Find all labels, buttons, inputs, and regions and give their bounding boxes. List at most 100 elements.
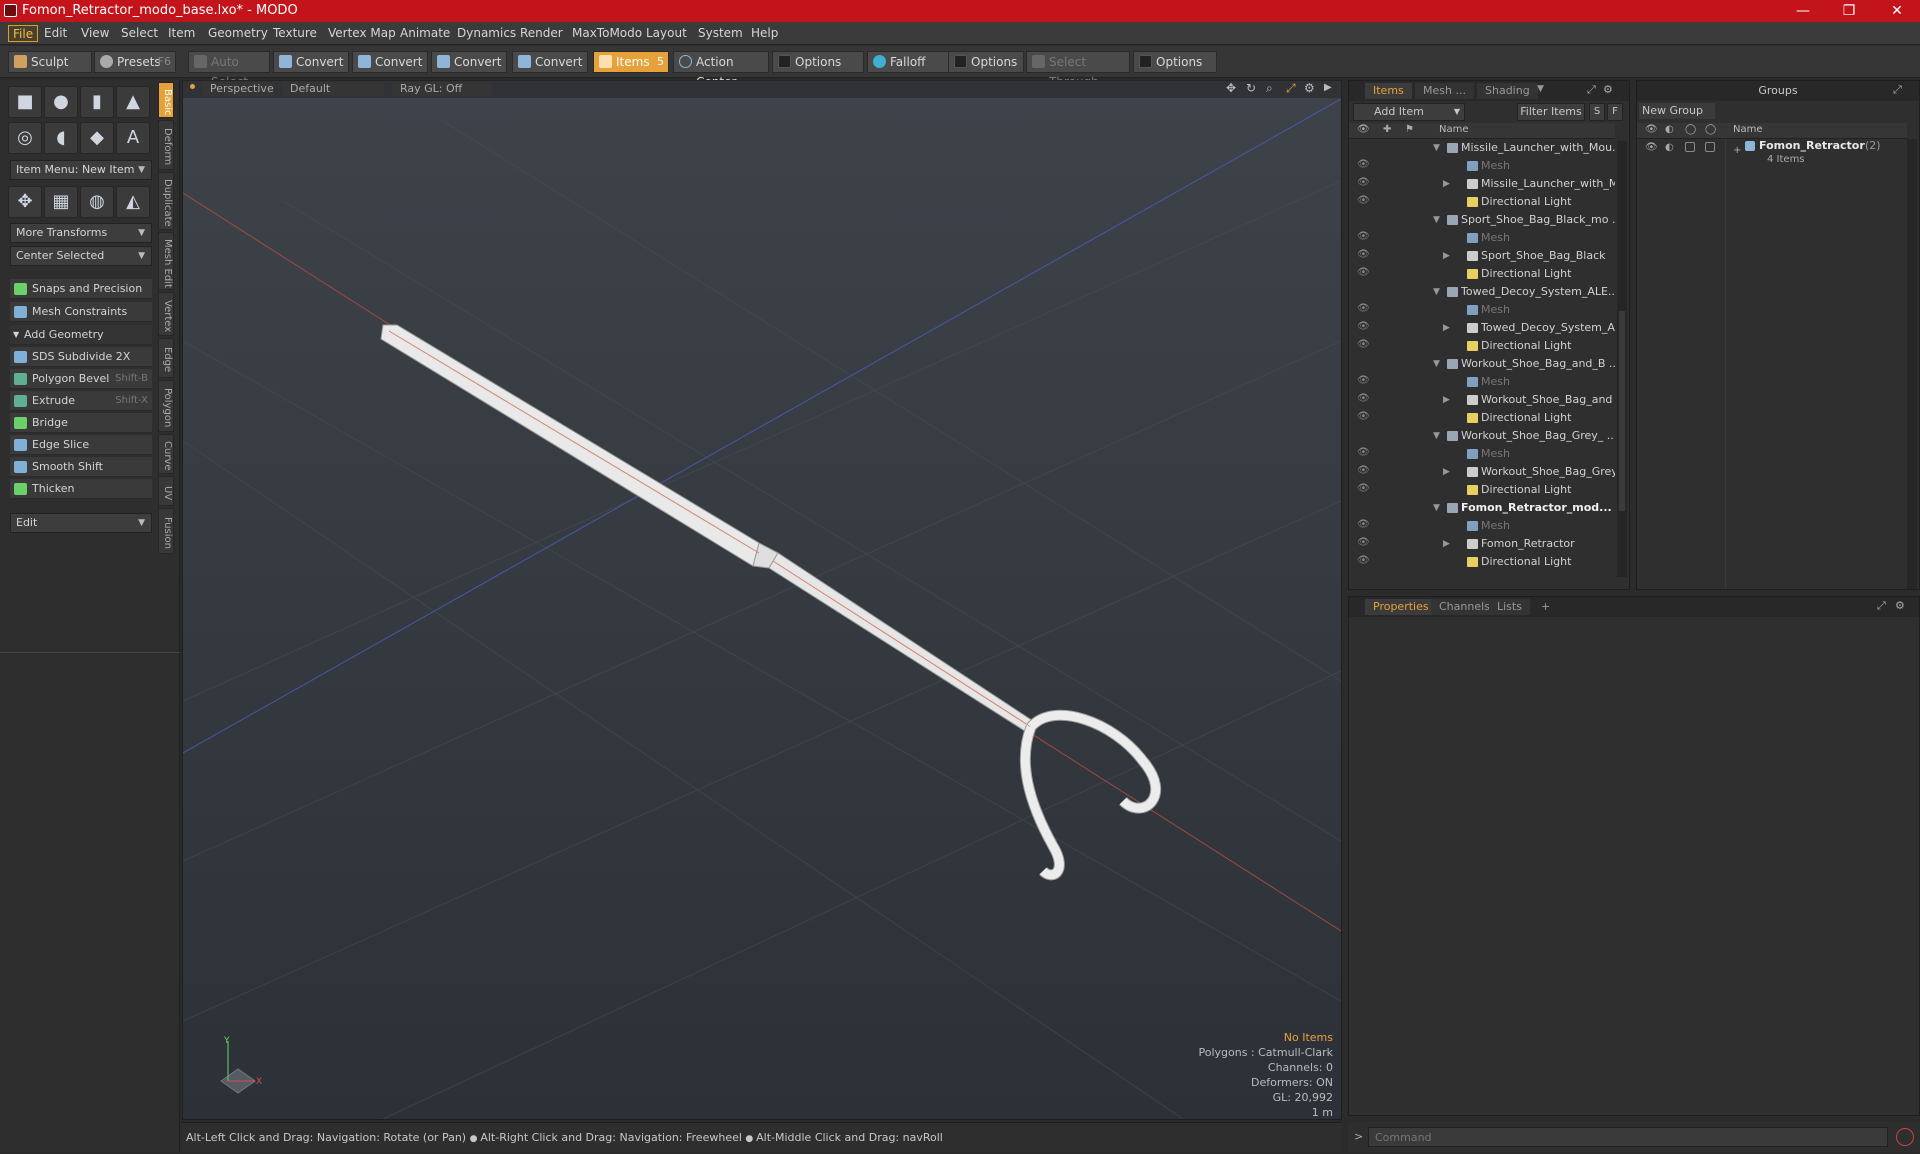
eye-icon[interactable]: 👁: [1357, 376, 1370, 386]
vtab-polygon[interactable]: Polygon: [158, 380, 174, 432]
tree-row-group[interactable]: 👁 ▶ Towed_Decoy_System_A...: [1349, 319, 1615, 337]
select-through-button[interactable]: Select Through: [1026, 51, 1130, 89]
expand-arrow-icon[interactable]: ▶: [1443, 247, 1450, 265]
convert-button-4[interactable]: Convert: [512, 51, 588, 73]
options-button-1[interactable]: Options: [772, 51, 864, 73]
vtab-mesh-edit[interactable]: Mesh Edit: [158, 232, 174, 290]
add-tab-button[interactable]: +: [1533, 599, 1558, 615]
tree-row-group[interactable]: 👁 ▶ Missile_Launcher_with_M...: [1349, 175, 1615, 193]
new-group-button[interactable]: New Group: [1639, 103, 1715, 119]
rotate-icon[interactable]: ↻: [1246, 81, 1256, 95]
minimize-button[interactable]: —: [1780, 0, 1826, 22]
convert-button-1[interactable]: Convert: [273, 51, 349, 73]
tree-row-group[interactable]: 👁 ▶ Fomon_Retractor: [1349, 535, 1615, 553]
options-button-2[interactable]: Options: [948, 51, 1024, 73]
eye-icon[interactable]: 👁: [1357, 322, 1370, 332]
expand-panel-icon[interactable]: ⤢: [1877, 599, 1886, 613]
grid-icon[interactable]: ▦: [44, 186, 78, 218]
expand-arrow-icon[interactable]: ▶: [1443, 535, 1450, 553]
name-column-header[interactable]: Name: [1733, 124, 1763, 135]
tree-row-group[interactable]: 👁 ▶ Sport_Shoe_Bag_Black: [1349, 247, 1615, 265]
tree-row-scene[interactable]: ▼ Workout_Shoe_Bag_Grey_ ...: [1349, 427, 1615, 445]
capsule-icon[interactable]: ◖: [44, 122, 78, 154]
gear-icon[interactable]: ⚙: [1304, 81, 1315, 95]
convert-button-2[interactable]: Convert: [352, 51, 428, 73]
tab-mesh[interactable]: Mesh ...: [1415, 83, 1474, 99]
visibility-column-icon[interactable]: 👁: [1645, 124, 1658, 135]
eye-icon[interactable]: 👁: [1357, 304, 1370, 314]
eye-icon[interactable]: 👁: [1357, 466, 1370, 476]
menu-render[interactable]: Render: [516, 25, 567, 42]
tree-row-mesh[interactable]: 👁 Mesh: [1349, 373, 1615, 391]
menu-texture[interactable]: Texture: [269, 25, 321, 42]
menu-geometry[interactable]: Geometry: [204, 25, 272, 42]
select-column-icon[interactable]: ◯: [1705, 124, 1716, 135]
render-column-icon[interactable]: ◐: [1665, 124, 1674, 135]
eye-icon[interactable]: 👁: [1357, 538, 1370, 548]
tool-extrude[interactable]: Extrude Shift-X: [10, 391, 152, 411]
vtab-edge[interactable]: Edge: [158, 338, 174, 378]
expand-arrow-icon[interactable]: ▶: [1443, 391, 1450, 409]
eye-icon[interactable]: 👁: [1357, 268, 1370, 278]
menu-help[interactable]: Help: [747, 25, 782, 42]
eye-icon[interactable]: 👁: [1357, 160, 1370, 170]
tree-row-light[interactable]: 👁 Directional Light: [1349, 481, 1615, 499]
tree-row-mesh[interactable]: 👁 Mesh: [1349, 517, 1615, 535]
name-column-header[interactable]: Name: [1439, 124, 1469, 135]
add-geometry-header[interactable]: ▼ Add Geometry: [10, 325, 152, 345]
menu-system[interactable]: System: [694, 25, 747, 42]
pan-icon[interactable]: ✥: [1226, 81, 1236, 95]
expand-panel-icon[interactable]: ⤢: [1893, 83, 1902, 97]
menu-layout[interactable]: Layout: [642, 25, 691, 42]
cylinder-icon[interactable]: ▮: [80, 86, 114, 118]
tree-row-scene[interactable]: ▼ Towed_Decoy_System_ALE...: [1349, 283, 1615, 301]
action-center-button[interactable]: Action Center: [673, 51, 769, 89]
tree-row-mesh[interactable]: 👁 Mesh: [1349, 301, 1615, 319]
tree-row-scene[interactable]: ▼ Missile_Launcher_with_Mou...: [1349, 139, 1615, 157]
record-icon[interactable]: [1896, 1128, 1914, 1146]
tab-lists[interactable]: Lists: [1489, 599, 1530, 615]
gear-icon[interactable]: ⚙: [1603, 83, 1613, 96]
collapse-arrow-icon[interactable]: ▼: [1433, 283, 1440, 301]
lock-column-icon[interactable]: ✚: [1383, 124, 1391, 135]
collapse-arrow-icon[interactable]: ▼: [1433, 211, 1440, 229]
sculpt-button[interactable]: Sculpt: [8, 51, 92, 73]
edit-dropdown[interactable]: Edit ▼: [10, 513, 152, 533]
eye-icon[interactable]: 👁: [1357, 556, 1370, 566]
menu-select[interactable]: Select: [117, 25, 162, 42]
filter-f-button[interactable]: F: [1607, 103, 1623, 121]
scroll-thumb[interactable]: [1619, 311, 1625, 511]
tool-smooth-shift[interactable]: Smooth Shift: [10, 457, 152, 477]
text-icon[interactable]: A: [116, 122, 150, 154]
ray-gl-button[interactable]: Ray GL: Off: [392, 82, 492, 96]
collapse-arrow-icon[interactable]: ▼: [1433, 499, 1440, 517]
chevron-down-icon[interactable]: ▼: [1537, 84, 1544, 94]
collapse-arrow-icon[interactable]: ▼: [1433, 427, 1440, 445]
lock-checkbox[interactable]: [1685, 142, 1695, 152]
tree-row-light[interactable]: 👁 Directional Light: [1349, 193, 1615, 211]
falloff-button[interactable]: Falloff: [867, 51, 951, 73]
menu-maxtomodo[interactable]: MaxToModo: [568, 25, 646, 42]
tool-bridge[interactable]: Bridge: [10, 413, 152, 433]
tree-row-mesh[interactable]: 👁 Mesh: [1349, 229, 1615, 247]
pen-icon[interactable]: ◆: [80, 122, 114, 154]
filter-items-button[interactable]: Filter Items: [1517, 103, 1585, 121]
tree-row-light[interactable]: 👁 Directional Light: [1349, 553, 1615, 571]
vtab-duplicate[interactable]: Duplicate: [158, 172, 174, 230]
mesh-constraints-button[interactable]: Mesh Constraints: [10, 302, 152, 322]
sphere-icon[interactable]: ●: [44, 86, 78, 118]
tool-polygon-bevel[interactable]: Polygon Bevel Shift-B: [10, 369, 152, 389]
select-checkbox[interactable]: [1705, 142, 1715, 152]
expand-arrow-icon[interactable]: ▶: [1443, 463, 1450, 481]
expand-arrow-icon[interactable]: ▶: [1443, 319, 1450, 337]
tree-row-mesh[interactable]: 👁 Mesh: [1349, 157, 1615, 175]
view-perspective-button[interactable]: Perspective: [202, 82, 274, 96]
eye-icon[interactable]: 👁: [1357, 250, 1370, 260]
play-arrow-icon[interactable]: ▶: [1324, 82, 1332, 93]
transform-icon[interactable]: ✥: [8, 186, 42, 218]
filter-s-button[interactable]: S: [1589, 103, 1605, 121]
maximize-view-icon[interactable]: ⤢: [1286, 81, 1296, 96]
tool-edge-slice[interactable]: Edge Slice: [10, 435, 152, 455]
expand-arrow-icon[interactable]: ▶: [1443, 175, 1450, 193]
eye-icon[interactable]: 👁: [1357, 178, 1370, 188]
